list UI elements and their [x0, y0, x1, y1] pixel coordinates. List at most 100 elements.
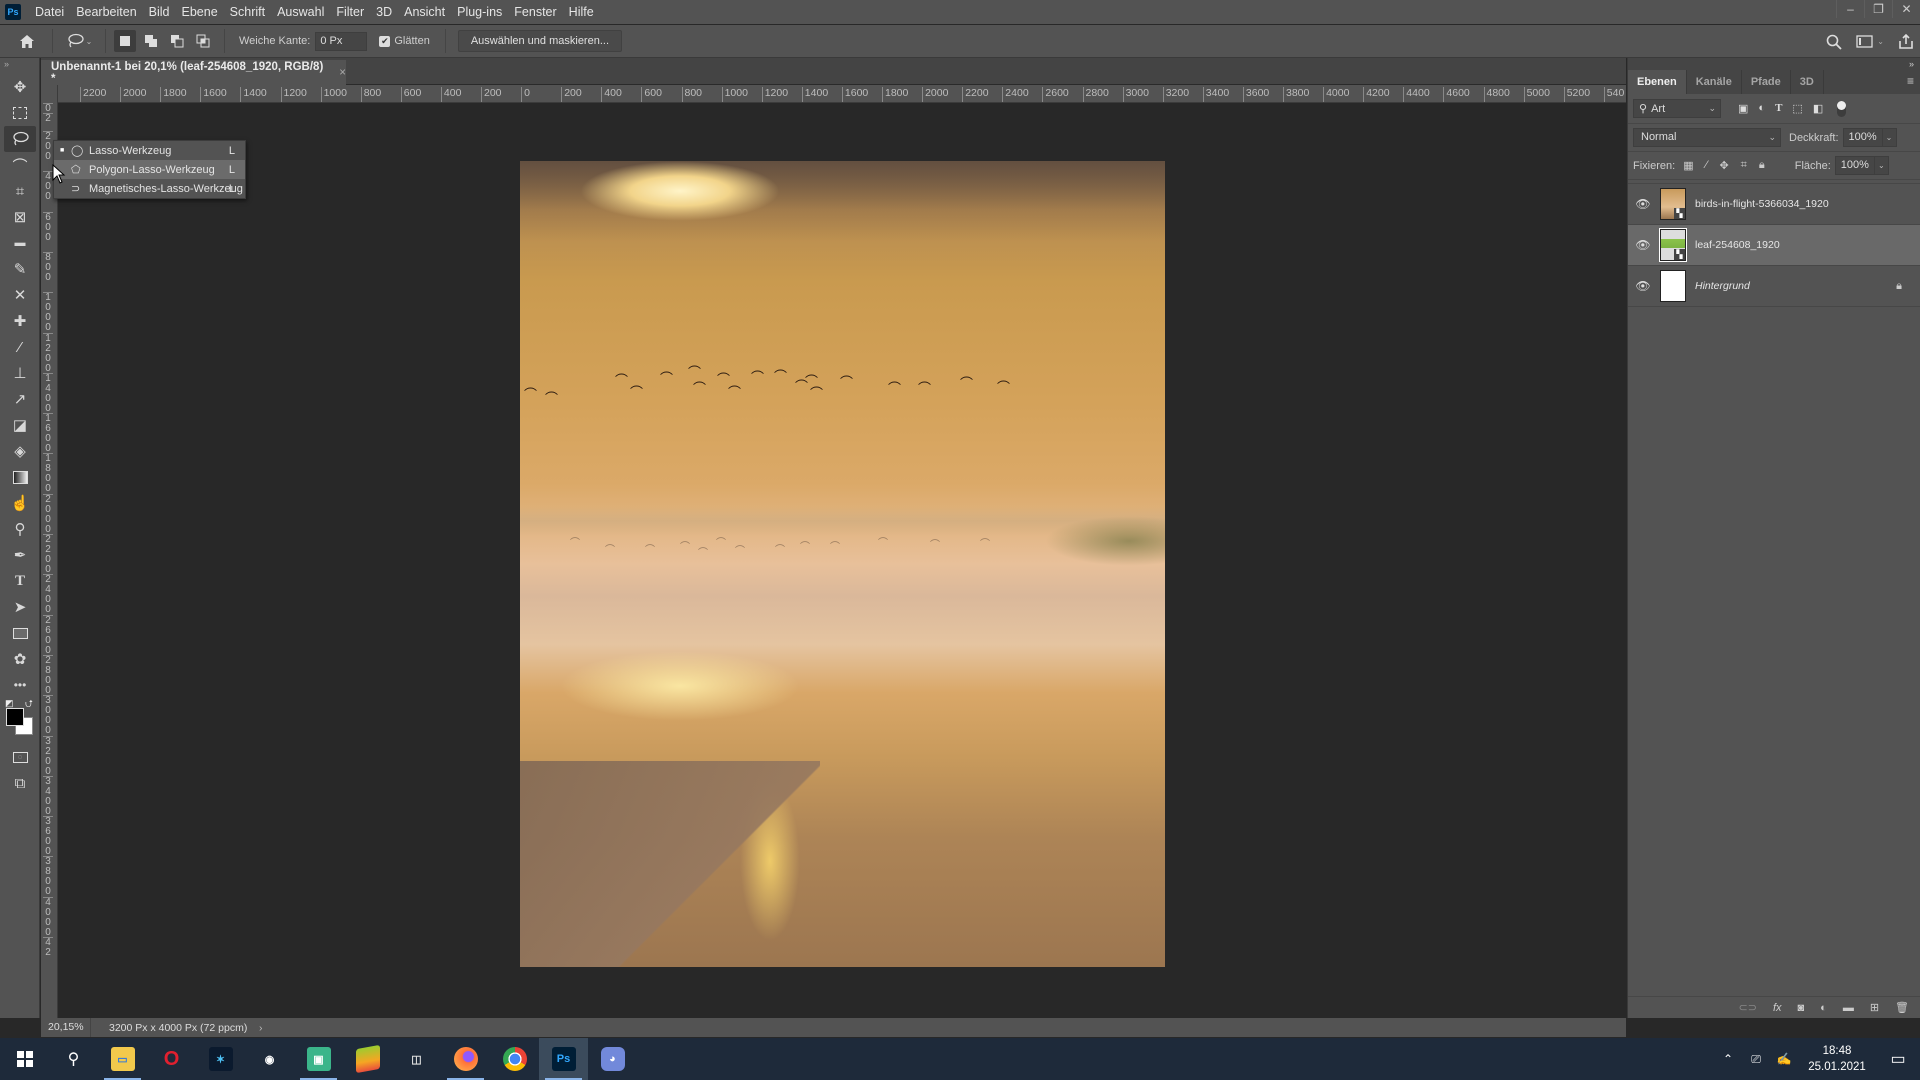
blend-mode-select[interactable]: Normal ⌄ — [1633, 128, 1781, 147]
menu-fenster[interactable]: Fenster — [508, 0, 562, 24]
tab-pfade[interactable]: Pfade — [1742, 70, 1791, 94]
canvas-image[interactable]: ⌒ ⌒ ⌒ ⌒ ⌒ ⌒ ⌒ ⌒ ⌒ ⌒ ⌒ ⌒ ⌒ ⌒ ⌒ ⌒ ⌒ ⌒ ⌒ ⌒ ⌒ ⌒ ⌒ ⌒ ⌒ ⌒ ⌒ ⌒ ⌒ ⌒ ⌒ ⌒ — [520, 161, 1165, 967]
menu-schrift[interactable]: Schrift — [224, 0, 271, 24]
ruler-tool[interactable]: ▬ — [0, 230, 40, 256]
dodge-tool[interactable]: ⚲ — [0, 516, 40, 542]
taskbar-discord[interactable]: ◕ — [588, 1038, 637, 1080]
clone-stamp-tool[interactable]: ⊥ — [0, 360, 40, 386]
link-layers-icon[interactable]: ⊂⊃ — [1739, 1001, 1757, 1014]
menu-bearbeiten[interactable]: Bearbeiten — [70, 0, 142, 24]
menu-filter[interactable]: Filter — [330, 0, 370, 24]
fill-input[interactable]: 100% — [1834, 156, 1875, 175]
vertical-ruler[interactable]: 0 2 200 400 600 800 1000 1200 1400 1600 1800 2000 22… — [41, 85, 58, 1018]
eyedropper-tool[interactable]: ✎ — [0, 256, 40, 282]
brush-tool[interactable]: ⁄ — [0, 334, 40, 360]
taskbar-opera[interactable]: O — [147, 1038, 196, 1080]
taskbar-firefox[interactable] — [441, 1038, 490, 1080]
close-tab-icon[interactable]: × — [339, 67, 346, 79]
smudge-tool[interactable]: ☝ — [0, 490, 40, 516]
move-tool[interactable]: ✥ — [0, 74, 40, 100]
layer-filter-select[interactable]: ⚲ Art ⌄ — [1633, 99, 1721, 118]
path-selection-tool[interactable]: ➤ — [0, 594, 40, 620]
menu-datei[interactable]: Datei — [29, 0, 70, 24]
add-mask-icon[interactable]: ◙ — [1798, 1002, 1805, 1014]
expand-panel-icon[interactable]: » — [0, 58, 39, 74]
filter-type-icon[interactable]: T — [1775, 102, 1782, 115]
rectangle-tool[interactable] — [0, 620, 40, 646]
select-and-mask-button[interactable]: Auswählen und maskieren... — [457, 30, 622, 52]
filter-shape-icon[interactable]: ⬚ — [1792, 102, 1802, 115]
visibility-eye-icon[interactable]: 👁︎ — [1628, 197, 1658, 211]
swap-colors-icon[interactable]: ⮍ — [25, 697, 33, 714]
lock-position-icon[interactable]: ✥ — [1719, 159, 1728, 172]
menu-ansicht[interactable]: Ansicht — [398, 0, 451, 24]
notification-center-icon[interactable]: ▭ — [1876, 1049, 1920, 1069]
taskbar-bluestacks[interactable] — [343, 1038, 392, 1080]
subtract-selection-button[interactable] — [166, 30, 188, 52]
tab-ebenen[interactable]: Ebenen — [1628, 70, 1687, 94]
zoom-level[interactable]: 20,15% — [41, 1018, 91, 1037]
panel-menu-icon[interactable]: ≡ — [1907, 74, 1914, 88]
tab-3d[interactable]: 3D — [1791, 70, 1824, 94]
edit-toolbar-button[interactable]: ••• — [0, 672, 40, 698]
frame-tool[interactable]: ⊠ — [0, 204, 40, 230]
taskbar-search[interactable]: ⚲ — [49, 1038, 98, 1080]
crop-tool[interactable]: ⌗ — [0, 178, 40, 204]
foreground-color[interactable] — [6, 708, 24, 726]
delete-layer-icon[interactable]: 🗑︎ — [1895, 1001, 1909, 1014]
type-tool[interactable]: T — [0, 568, 40, 594]
lock-all-icon[interactable]: 🔒︎ — [1759, 159, 1765, 172]
horizontal-ruler[interactable]: 2200 2000 1800 1600 1400 1200 1000 800 600 400 200… — [58, 85, 1626, 103]
adjustment-layer-icon[interactable]: ◐ — [1820, 1002, 1827, 1014]
tab-kanaele[interactable]: Kanäle — [1687, 70, 1742, 94]
new-selection-button[interactable] — [114, 30, 136, 52]
filter-toggle[interactable] — [1837, 100, 1847, 117]
taskbar-file-explorer[interactable]: ▭ — [98, 1038, 147, 1080]
menu-plugins[interactable]: Plug-ins — [451, 0, 508, 24]
layer-style-icon[interactable]: fx — [1773, 1002, 1782, 1014]
taskbar-app-owl[interactable]: ◫ — [392, 1038, 441, 1080]
document-tab[interactable]: Unbenannt-1 bei 20,1% (leaf-254608_1920,… — [41, 60, 346, 85]
clock[interactable]: 18:48 25.01.2021 — [1798, 1043, 1876, 1075]
flyout-item-lasso[interactable]: ■ ◯ Lasso-Werkzeug L — [54, 141, 245, 160]
restore-button[interactable]: ❐ — [1864, 0, 1892, 18]
lock-transparency-icon[interactable]: ▦ — [1683, 159, 1693, 172]
tool-preset-picker[interactable]: ⌄ — [61, 30, 97, 52]
lock-pixels-icon[interactable]: ⁄ — [1706, 159, 1708, 172]
filter-adjustment-icon[interactable]: ◐ — [1758, 102, 1765, 115]
custom-shape-tool[interactable]: ✿ — [0, 646, 40, 672]
history-brush-tool[interactable]: ↗ — [0, 386, 40, 412]
start-button[interactable] — [0, 1038, 49, 1080]
search-icon[interactable] — [1826, 34, 1842, 50]
close-button[interactable]: ✕ — [1892, 0, 1920, 18]
share-icon[interactable] — [1898, 33, 1914, 50]
healing-brush-tool[interactable]: ✚ — [0, 308, 40, 334]
minimize-button[interactable]: – — [1836, 0, 1864, 18]
visibility-eye-icon[interactable]: 👁︎ — [1628, 279, 1658, 293]
screen-mode-button[interactable]: ⧉ — [0, 770, 40, 796]
fill-dropdown[interactable]: ⌄ — [1874, 156, 1889, 175]
quick-selection-tool[interactable]: ⌒ — [0, 152, 40, 178]
paint-bucket-tool[interactable]: ◈ — [0, 438, 40, 464]
taskbar-app-circle[interactable]: ◉ — [245, 1038, 294, 1080]
opacity-input[interactable]: 100% — [1842, 128, 1883, 147]
filter-pixel-icon[interactable]: ▣ — [1738, 102, 1748, 115]
opacity-dropdown[interactable]: ⌄ — [1882, 128, 1897, 147]
status-menu-arrow[interactable]: › — [251, 1022, 263, 1034]
marquee-tool[interactable] — [0, 100, 40, 126]
intersect-selection-button[interactable] — [192, 30, 214, 52]
taskbar-chrome[interactable] — [490, 1038, 539, 1080]
antialias-checkbox[interactable]: ✔ — [379, 35, 391, 47]
taskbar-app-green[interactable]: ▣ — [294, 1038, 343, 1080]
layer-row[interactable]: 👁︎ ▚ birds-in-flight-5366034_1920 — [1628, 184, 1920, 225]
collapse-panels-icon[interactable]: » — [1628, 58, 1920, 70]
menu-hilfe[interactable]: Hilfe — [563, 0, 600, 24]
visibility-eye-icon[interactable]: 👁︎ — [1628, 238, 1658, 252]
lock-artboard-icon[interactable]: ⌗ — [1741, 159, 1747, 172]
eraser-tool[interactable]: ◪ — [0, 412, 40, 438]
feather-input[interactable]: 0 Px — [315, 31, 368, 51]
home-button[interactable] — [16, 30, 38, 52]
pen-tool[interactable]: ✒ — [0, 542, 40, 568]
show-hidden-icons[interactable]: ⌃ — [1714, 1052, 1742, 1066]
filter-smart-object-icon[interactable]: ◧ — [1813, 102, 1823, 115]
